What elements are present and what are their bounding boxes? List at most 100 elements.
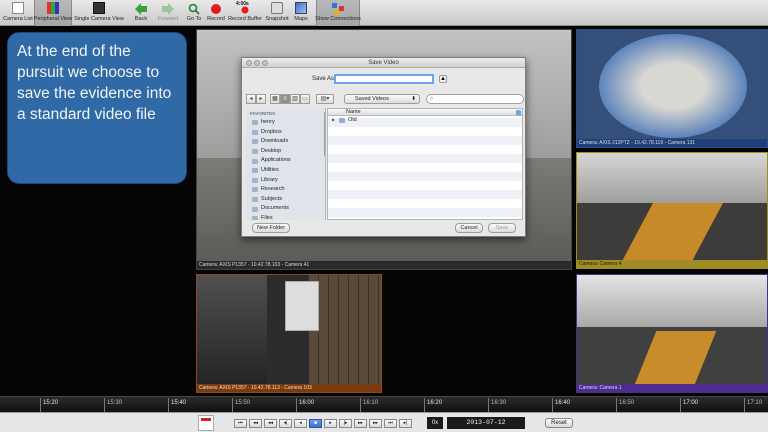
live-button[interactable]: ▸|: [399, 419, 412, 428]
timeline-ruler[interactable]: 15:20 15:30 15:40 15:50 16:00 16:10 16:20 16:30…: [0, 396, 768, 412]
zoom-window-button[interactable]: [262, 60, 268, 66]
sidebar-item[interactable]: Downloads: [246, 137, 325, 147]
sidebar-item[interactable]: Research: [246, 185, 325, 195]
main-toolbar: Camera List Peripheral View Single Camer…: [0, 0, 768, 26]
connections-icon: [332, 2, 344, 15]
camera-list-button[interactable]: Camera List: [3, 0, 33, 26]
cancel-button[interactable]: Cancel: [455, 223, 483, 233]
camera-bottom-left-tiles: [309, 275, 381, 385]
save-button[interactable]: Save: [488, 223, 516, 233]
skip-start-button[interactable]: ⏮: [234, 419, 247, 428]
step-forward-button[interactable]: |▸: [339, 419, 352, 428]
column-view-button[interactable]: ▥: [290, 94, 300, 104]
list-view-button[interactable]: ≡: [280, 94, 290, 104]
maps-button[interactable]: Maps: [291, 0, 311, 26]
forward-button[interactable]: Forward: [156, 0, 180, 26]
sidebar-item[interactable]: Subjects: [246, 195, 325, 205]
search-icon: ⌕: [430, 96, 434, 102]
camera-right-bottom-table: [633, 331, 717, 387]
app-window: Camera List Peripheral View Single Camer…: [0, 0, 768, 432]
record-dot-icon: [210, 2, 222, 14]
coverflow-view-button[interactable]: ▭: [300, 94, 310, 104]
stop-button[interactable]: ■: [309, 419, 322, 428]
fast-forward-button[interactable]: ▸▸: [354, 419, 367, 428]
play-button[interactable]: ▸: [324, 419, 337, 428]
disclosure-triangle-icon[interactable]: ▶: [332, 116, 335, 124]
arrange-menu-button[interactable]: ▤▾: [316, 94, 334, 104]
icon-view-button[interactable]: ▦: [270, 94, 280, 104]
timeline-tick: 16:20: [424, 398, 442, 412]
nav-forward-button[interactable]: ▸: [256, 94, 266, 104]
location-value: Saved Videos: [355, 96, 389, 102]
folder-icon: [252, 187, 258, 193]
sidebar-item[interactable]: henry: [246, 118, 325, 128]
sidebar-item[interactable]: Files: [246, 214, 325, 220]
step-back-fast-button[interactable]: ◂◂: [249, 419, 262, 428]
snapshot-button[interactable]: Snapshot: [265, 0, 289, 26]
camera-right-top[interactable]: Camera: AXIS 212PTZ - 10.42.78.119 - Cam…: [576, 29, 768, 148]
reset-button[interactable]: Reset: [545, 418, 573, 428]
timeline-tick: 17:10: [744, 398, 762, 412]
file-row[interactable]: ▶ Old: [328, 116, 522, 124]
sidebar-item[interactable]: Library: [246, 176, 325, 186]
new-folder-button[interactable]: New Folder: [252, 223, 290, 233]
save-as-label: Save As:: [312, 76, 336, 82]
save-as-input[interactable]: [334, 74, 434, 84]
camera-right-mid[interactable]: Camera: Camera 4: [576, 152, 768, 269]
calendar-icon: [201, 418, 211, 421]
play-reverse-button[interactable]: ◂: [294, 419, 307, 428]
document-list-icon: [12, 2, 24, 14]
folder-icon: [252, 129, 258, 135]
location-select[interactable]: Saved Videos ⬍: [344, 94, 420, 104]
camera-right-bottom-label: Camera: Camera 1: [577, 384, 767, 392]
record-button[interactable]: Record: [206, 0, 226, 26]
back-button[interactable]: Back: [130, 0, 152, 26]
timeline-tick: 16:30: [488, 398, 506, 412]
rewind-button[interactable]: ◂◂: [264, 419, 277, 428]
timeline-tick: 17:00: [680, 398, 698, 412]
peripheral-view-button[interactable]: Peripheral View: [34, 0, 72, 26]
single-camera-view-button[interactable]: Single Camera View: [74, 0, 124, 26]
timeline-tick: 16:50: [616, 398, 634, 412]
sidebar-item[interactable]: Applications: [246, 156, 325, 166]
caption-text: At the end of the pursuit we choose to s…: [17, 43, 172, 123]
sidebar-item[interactable]: Desktop: [246, 147, 325, 157]
dialog-search-input[interactable]: ⌕: [426, 94, 524, 104]
sidebar-item[interactable]: Utilities: [246, 166, 325, 176]
sidebar-item-label: Library: [261, 176, 278, 183]
sidebar-scrollbar[interactable]: [324, 112, 325, 156]
sidebar-item-label: Utilities: [261, 166, 279, 173]
record-buffer-button[interactable]: 4:00s Record Buffer: [228, 0, 262, 26]
arrow-left-icon: [135, 2, 147, 15]
timeline-tick: 15:40: [168, 398, 186, 412]
expand-dialog-button[interactable]: ▲: [439, 75, 447, 83]
arrow-right-icon: [162, 2, 174, 15]
folder-icon: [252, 149, 258, 155]
step-forward-fast-button[interactable]: ▸▸: [369, 419, 382, 428]
nav-back-button[interactable]: ◂: [246, 94, 256, 104]
close-window-button[interactable]: [246, 60, 252, 66]
camera-right-mid-window: [577, 153, 767, 203]
playback-controls: ⏮ ◂◂ ◂◂ ◂| ◂ ■ ▸ |▸ ▸▸ ▸▸ ⏭ ▸| 0x 2013-0…: [0, 412, 768, 432]
calendar-button[interactable]: [198, 415, 214, 431]
show-connections-button[interactable]: Show Connections: [315, 0, 361, 26]
name-column-header[interactable]: Name: [328, 109, 522, 116]
timeline-tick: 16:00: [296, 398, 314, 412]
skip-end-button[interactable]: ⏭: [384, 419, 397, 428]
sidebar-item-label: Research: [261, 186, 285, 193]
minimize-window-button[interactable]: [254, 60, 260, 66]
sidebar-item-label: Applications: [261, 157, 291, 164]
camera-right-bottom[interactable]: Camera: Camera 1: [576, 274, 768, 393]
folder-icon: [252, 216, 258, 220]
sidebar-item[interactable]: Dropbox: [246, 128, 325, 138]
dialog-toolbar: ◂ ▸ ▦ ≡ ▥ ▭ ▤▾ Saved Videos ⬍ ⌕: [246, 94, 524, 106]
dialog-title: Save Video: [368, 60, 399, 66]
timeline-tick: 15:30: [104, 398, 122, 412]
save-as-row: Save As: ▲: [242, 74, 525, 86]
record-buffer-icon: 4:00s: [236, 1, 254, 14]
sidebar-item[interactable]: Documents: [246, 204, 325, 214]
go-to-button[interactable]: Go To: [184, 0, 204, 26]
camera-bottom-left[interactable]: Camera: AXIS P1357 - 10.42.78.113 - Came…: [196, 274, 382, 393]
sidebar-item-label: Documents: [261, 205, 289, 212]
step-back-button[interactable]: ◂|: [279, 419, 292, 428]
